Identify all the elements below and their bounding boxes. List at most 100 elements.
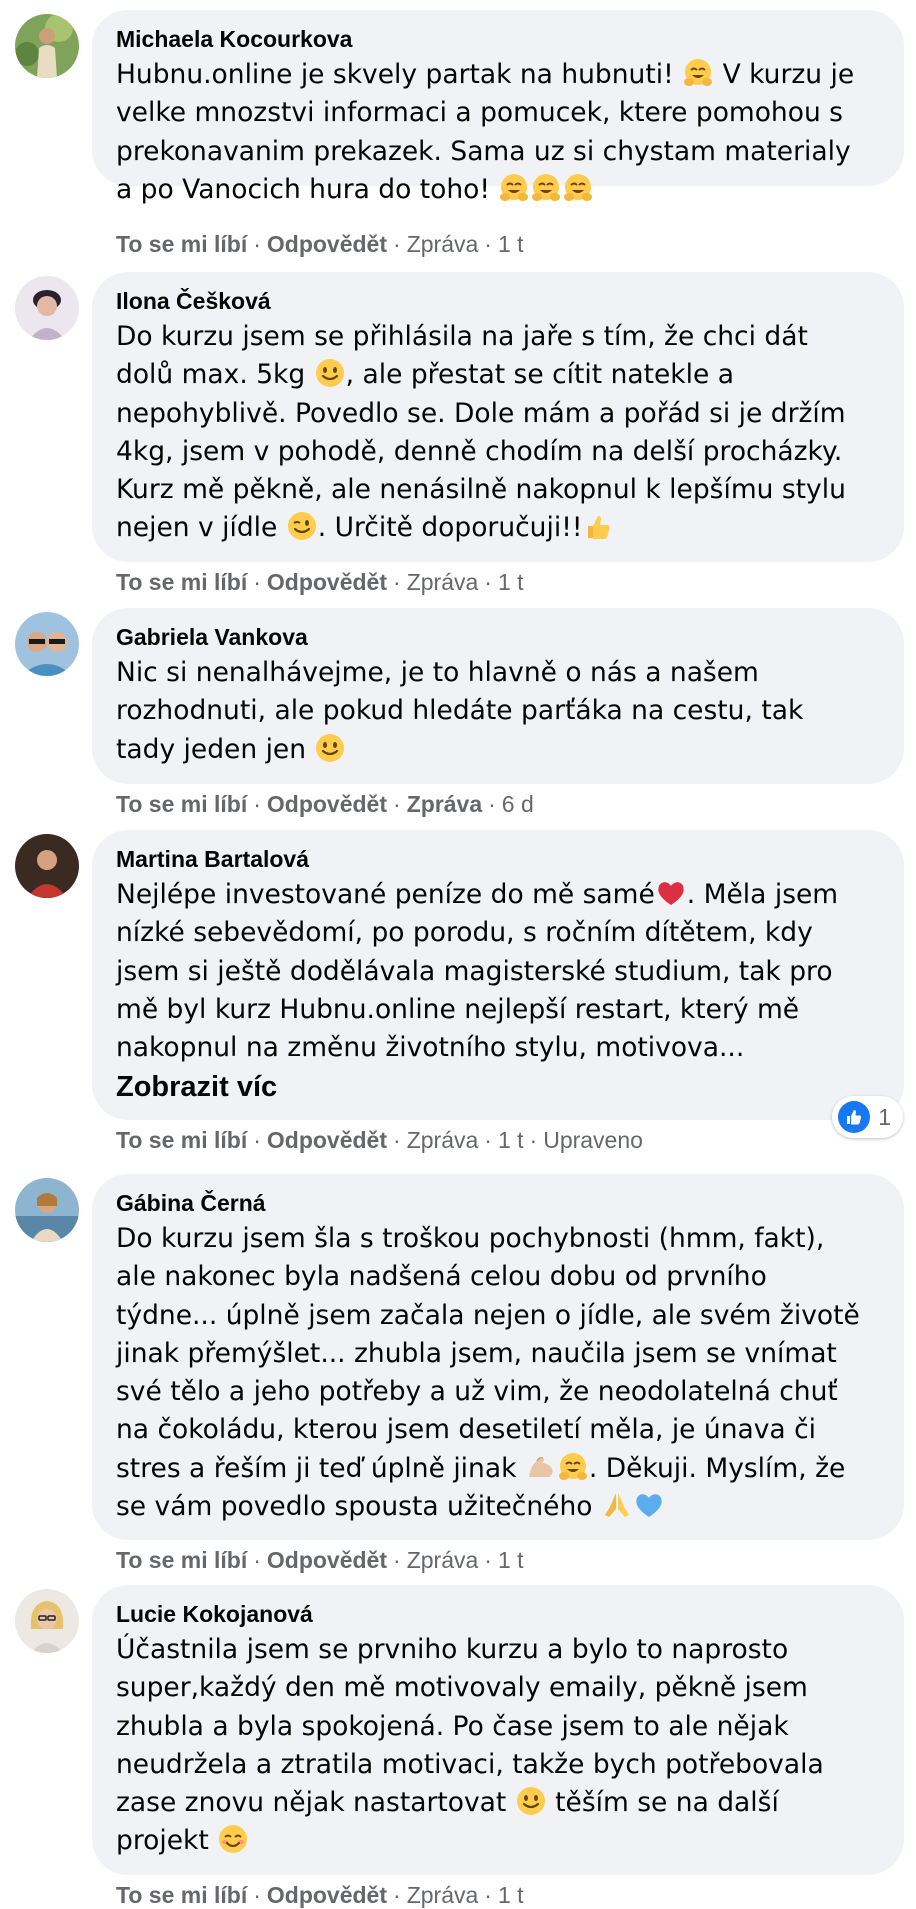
comment-text-line: neudržela a ztratila motivaci, takže byc… bbox=[116, 1748, 824, 1780]
comment-author[interactable]: Ilona Češková bbox=[116, 286, 880, 316]
comment-text: Nic si nenalhávejme, je to hlavně o nás … bbox=[116, 654, 880, 769]
avatar[interactable] bbox=[15, 1589, 79, 1653]
avatar[interactable] bbox=[15, 1178, 79, 1242]
comment-text-line: a po Vanocich hura do toho! bbox=[116, 173, 491, 205]
comment-text-line: prekonavanim prekazek. Sama uz si chysta… bbox=[116, 135, 851, 167]
like-button[interactable]: To se mi líbí bbox=[116, 1127, 247, 1153]
blue-heart-icon bbox=[633, 1489, 665, 1521]
comment-author[interactable]: Gábina Černá bbox=[116, 1188, 880, 1218]
comment-text-line: zase znovu nějak nastartovat bbox=[116, 1787, 507, 1819]
comment-text-line: ale nakonec byla nadšená celou dobu od p… bbox=[116, 1261, 767, 1293]
timestamp[interactable]: 6 d bbox=[502, 791, 534, 817]
comment-actions: To se mi líbí · Odpovědět · Zpráva · 1 t bbox=[116, 231, 524, 257]
reply-button[interactable]: Odpovědět bbox=[267, 569, 387, 595]
comment-bubble: Gabriela Vankova Nic si nenalhávejme, je… bbox=[92, 608, 904, 784]
comment-bubble: Michaela Kocourkova Hubnu.online je skve… bbox=[92, 10, 904, 205]
comment-actions: To se mi líbí · Odpovědět · Zpráva · 1 t bbox=[116, 1547, 524, 1573]
comment-text-line: stres a řeším ji teď úplně jinak bbox=[116, 1452, 517, 1484]
like-button[interactable]: To se mi líbí bbox=[116, 791, 247, 817]
comment-text-line: Do kurzu jsem šla s troškou pochybnosti … bbox=[116, 1223, 825, 1254]
comment-bubble: Gábina Černá Do kurzu jsem šla s troškou… bbox=[92, 1174, 904, 1540]
comment-text-line: se vám povedlo spousta užitečného bbox=[116, 1491, 593, 1523]
comment-text-line: nejen v jídle bbox=[116, 512, 278, 544]
flexed-biceps-icon bbox=[525, 1451, 557, 1483]
hugging-face-icon bbox=[498, 172, 530, 204]
comment-text-line: dolů max. 5kg bbox=[116, 359, 306, 391]
comment-text-line: Účastnila jsem se prvniho kurzu a bylo t… bbox=[116, 1634, 789, 1665]
comment-text: Nejlépe investované peníze do mě samé . M… bbox=[116, 876, 880, 1107]
comment-text-line: , ale přestat se cítit natekle a bbox=[345, 359, 734, 391]
comment-text-line: projekt bbox=[116, 1825, 209, 1857]
comment-text: Do kurzu jsem se přihlásila na jaře s tí… bbox=[116, 318, 880, 548]
comment-text: Účastnila jsem se prvniho kurzu a bylo t… bbox=[116, 1631, 880, 1861]
comment-text-line: Kurz mě pěkně, ale nenásilně nakopnul k … bbox=[116, 474, 846, 506]
reply-button[interactable]: Odpovědět bbox=[267, 1882, 387, 1908]
message-button[interactable]: Zpráva bbox=[407, 569, 479, 595]
comment-text-line: . Děkuji. Myslím, že bbox=[588, 1452, 846, 1484]
comment-text-line: jinak přemýšlet... zhubla jsem, naučila … bbox=[116, 1337, 837, 1369]
comment-text-line: V kurzu je bbox=[714, 59, 855, 90]
timestamp[interactable]: 1 t bbox=[498, 569, 524, 595]
comment-text-line: Nejlépe investované peníze do mě samé bbox=[116, 879, 655, 910]
slightly-smiling-face-icon bbox=[314, 732, 346, 764]
timestamp[interactable]: 1 t bbox=[498, 231, 524, 257]
reply-button[interactable]: Odpovědět bbox=[267, 1127, 387, 1153]
avatar[interactable] bbox=[15, 834, 79, 898]
comment-text-line: své tělo a jeho potřeby a už vim, že neo… bbox=[116, 1376, 838, 1408]
slightly-smiling-face-icon bbox=[515, 1785, 547, 1817]
thumbs-up-icon bbox=[582, 510, 614, 542]
comment-text-line: zhubla a byla spokojená. Po čase jsem to… bbox=[116, 1710, 789, 1742]
comment-author[interactable]: Michaela Kocourkova bbox=[116, 24, 880, 54]
avatar[interactable] bbox=[15, 276, 79, 340]
like-button[interactable]: To se mi líbí bbox=[116, 1882, 247, 1908]
winking-face-icon bbox=[286, 510, 318, 542]
timestamp[interactable]: 1 t bbox=[498, 1882, 524, 1908]
hugging-face-icon bbox=[682, 57, 714, 89]
comment-text-line: nakopnul na změnu životního stylu, motiv… bbox=[116, 1032, 745, 1064]
timestamp[interactable]: 1 t bbox=[498, 1547, 524, 1573]
hugging-face-icon bbox=[562, 172, 594, 204]
timestamp[interactable]: 1 t bbox=[498, 1127, 524, 1153]
message-button[interactable]: Zpráva bbox=[407, 1547, 479, 1573]
reply-button[interactable]: Odpovědět bbox=[267, 1547, 387, 1573]
reply-button[interactable]: Odpovědět bbox=[267, 791, 387, 817]
comment-bubble: Ilona Češková Do kurzu jsem se přihlásil… bbox=[92, 272, 904, 562]
comment-text-line: mě byl kurz Hubnu.online nejlepší restar… bbox=[116, 993, 800, 1025]
reaction-count: 1 bbox=[878, 1103, 891, 1130]
reply-button[interactable]: Odpovědět bbox=[267, 231, 387, 257]
comment-text-line: . Měla jsem bbox=[686, 879, 839, 910]
comment-text-line: 4kg, jsem v pohodě, denně chodím na delš… bbox=[116, 435, 843, 467]
see-more-link[interactable]: Zobrazit víc bbox=[116, 1067, 880, 1107]
comment-author[interactable]: Lucie Kokojanová bbox=[116, 1599, 880, 1629]
comment-text-line: nízké sebevědomí, po porodu, s ročním dí… bbox=[116, 917, 813, 949]
like-button[interactable]: To se mi líbí bbox=[116, 569, 247, 595]
comment-bubble: Lucie Kokojanová Účastnila jsem se prvni… bbox=[92, 1585, 904, 1875]
avatar[interactable] bbox=[15, 14, 79, 78]
message-button[interactable]: Zpráva bbox=[407, 1882, 479, 1908]
comment-text-line: rozhodnuti, ale pokud hledáte parťáka na… bbox=[116, 695, 804, 727]
message-button[interactable]: Zpráva bbox=[407, 231, 479, 257]
comment-text-line: týdne... úplně jsem začala nejen o jídle… bbox=[116, 1299, 860, 1331]
comment-text-line: super,každý den mě motivovaly emaily, pě… bbox=[116, 1672, 808, 1704]
slightly-smiling-face-icon bbox=[314, 357, 346, 389]
smiling-face-with-smiling-eyes-icon bbox=[217, 1823, 249, 1855]
comment-actions: To se mi líbí · Odpovědět · Zpráva · 1 t bbox=[116, 1882, 524, 1908]
comment-text-line: Nic si nenalhávejme, je to hlavně o nás … bbox=[116, 657, 759, 688]
comment-text-line: jsem si ještě dodělávala magisterské stu… bbox=[116, 955, 833, 987]
comment-actions: To se mi líbí · Odpovědět · Zpráva · 1 t bbox=[116, 569, 524, 595]
comment-author[interactable]: Gabriela Vankova bbox=[116, 622, 880, 652]
comment-text-line: tady jeden jen bbox=[116, 733, 307, 765]
hugging-face-icon bbox=[557, 1451, 589, 1483]
avatar[interactable] bbox=[15, 612, 79, 676]
comment-text: Do kurzu jsem šla s troškou pochybnosti … bbox=[116, 1220, 880, 1526]
comment-text: Hubnu.online je skvely partak na hubnuti… bbox=[116, 56, 880, 209]
comment-text-line: těším se na další bbox=[555, 1787, 779, 1819]
comment-text-line: nepohyblivě. Povedlo se. Dole mám a pořá… bbox=[116, 397, 846, 429]
reaction-badge[interactable]: 1 bbox=[832, 1096, 903, 1138]
message-button[interactable]: Zpráva bbox=[407, 1127, 479, 1153]
like-button[interactable]: To se mi líbí bbox=[116, 1547, 247, 1573]
comment-text-line: Hubnu.online je skvely partak na hubnuti… bbox=[116, 59, 674, 90]
like-button[interactable]: To se mi líbí bbox=[116, 231, 247, 257]
message-button[interactable]: Zpráva bbox=[407, 791, 482, 817]
comment-author[interactable]: Martina Bartalová bbox=[116, 844, 880, 874]
